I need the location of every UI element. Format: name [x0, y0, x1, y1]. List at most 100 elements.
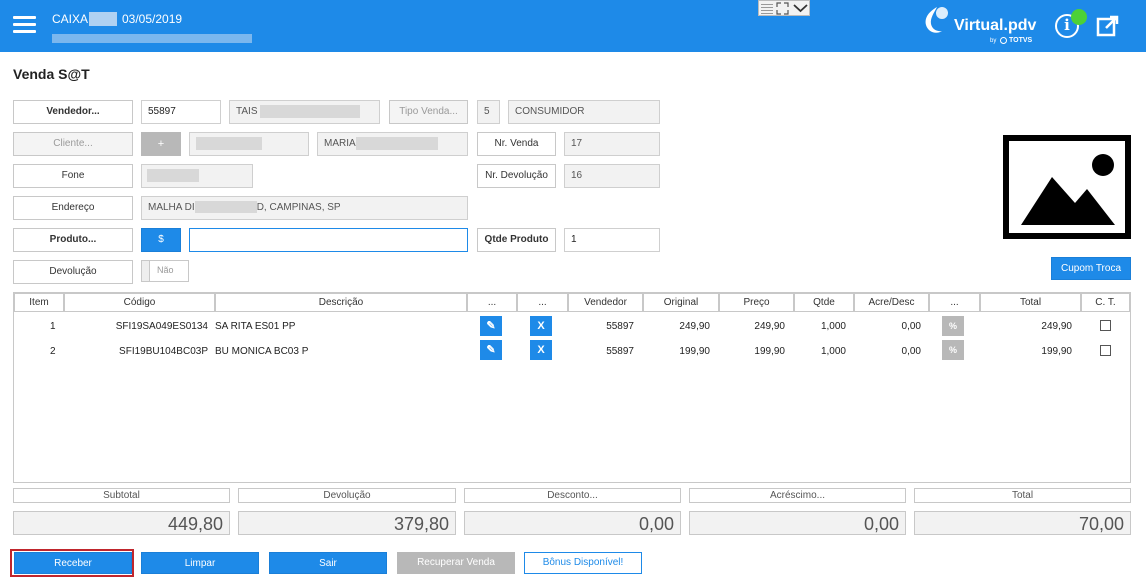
- limpar-button[interactable]: Limpar: [141, 552, 259, 574]
- delete-item-button[interactable]: X: [530, 316, 552, 336]
- sair-button[interactable]: Sair: [269, 552, 387, 574]
- col-percent: ...: [929, 293, 980, 312]
- virtual-pdv-logo-icon: [925, 7, 948, 33]
- external-window-icon[interactable]: [1096, 14, 1120, 38]
- ct-checkbox[interactable]: [1100, 320, 1111, 331]
- header-subtitle-redacted: [52, 34, 252, 43]
- row-original: 199,90: [679, 346, 710, 357]
- row-item: 1: [50, 321, 56, 332]
- total-value: 70,00: [914, 511, 1131, 535]
- fone-label: Fone: [13, 164, 133, 188]
- row-descricao: BU MONICA BC03 P: [215, 346, 309, 357]
- cliente-name-redacted: [356, 137, 438, 150]
- nr-venda-field: 17: [564, 132, 660, 156]
- toggle-knob: [142, 261, 150, 281]
- row-acre-desc: 0,00: [901, 346, 921, 357]
- row-item: 2: [50, 346, 56, 357]
- col-total: Total: [980, 293, 1081, 312]
- row-acre-desc: 0,00: [901, 321, 921, 332]
- devolucao-total-label: Devolução: [238, 488, 456, 503]
- chevron-down-icon[interactable]: [793, 2, 808, 15]
- table-row[interactable]: 2 SFI19BU104BC03P BU MONICA BC03 P ✎ X 5…: [14, 339, 1130, 364]
- col-vendedor: Vendedor: [568, 293, 643, 312]
- tipo-venda-button[interactable]: Tipo Venda...: [389, 100, 468, 124]
- recuperar-venda-button[interactable]: Recuperar Venda: [397, 552, 515, 574]
- cliente-code-redacted: [196, 137, 262, 150]
- vendedor-name-redacted: [260, 105, 360, 118]
- menu-icon[interactable]: [13, 16, 36, 34]
- add-cliente-button[interactable]: +: [141, 132, 181, 156]
- produto-button[interactable]: Produto...: [13, 228, 133, 252]
- delete-item-button[interactable]: X: [530, 340, 552, 360]
- receber-button[interactable]: Receber: [14, 552, 132, 574]
- close-icon: X: [537, 320, 545, 332]
- window-controls: [758, 0, 810, 16]
- devolucao-total-value: 379,80: [238, 511, 456, 535]
- edit-item-button[interactable]: ✎: [480, 340, 502, 360]
- tipo-venda-name-field: CONSUMIDOR: [508, 100, 660, 124]
- col-preco: Preço: [719, 293, 794, 312]
- endereco-label: Endereço: [13, 196, 133, 220]
- row-preco: 249,90: [754, 321, 785, 332]
- endereco-redacted: [194, 201, 257, 214]
- row-vendedor: 55897: [606, 346, 634, 357]
- page-title: Venda S@T: [13, 66, 90, 82]
- row-preco: 199,90: [754, 346, 785, 357]
- devolucao-toggle[interactable]: Não: [141, 260, 189, 282]
- table-row[interactable]: 1 SFI19SA049ES0134 SA RITA ES01 PP ✎ X 5…: [14, 314, 1130, 339]
- col-edit: ...: [467, 293, 517, 312]
- image-placeholder-icon: [1021, 154, 1115, 225]
- pencil-icon: ✎: [486, 344, 496, 356]
- bonus-disponivel-button[interactable]: Bônus Disponível!: [524, 552, 642, 574]
- col-ct: C. T.: [1081, 293, 1130, 312]
- grid-icon[interactable]: [761, 2, 773, 14]
- desconto-button[interactable]: Desconto...: [464, 488, 681, 503]
- row-qtde: 1,000: [820, 346, 846, 357]
- price-lookup-button[interactable]: $: [141, 228, 181, 252]
- totvs-icon: [1000, 37, 1007, 44]
- logo-totvs: TOTVS: [1009, 37, 1033, 44]
- toggle-label: Não: [157, 265, 174, 275]
- acrescimo-button[interactable]: Acréscimo...: [689, 488, 906, 503]
- tipo-venda-code-field: 5: [477, 100, 500, 124]
- devolucao-label: Devolução: [13, 260, 133, 284]
- top-bar: CAIXA 03/05/2019 Virtual.pdv by TOTVS i: [0, 0, 1146, 52]
- row-total: 249,90: [1041, 321, 1072, 332]
- row-vendedor: 55897: [606, 321, 634, 332]
- header-date: 03/05/2019: [122, 12, 183, 26]
- vendedor-code-field[interactable]: 55897: [141, 100, 221, 124]
- col-item: Item: [14, 293, 64, 312]
- discount-button[interactable]: %: [942, 340, 964, 360]
- col-original: Original: [643, 293, 719, 312]
- qtde-produto-field[interactable]: 1: [564, 228, 660, 252]
- ct-checkbox[interactable]: [1100, 345, 1111, 356]
- cliente-button[interactable]: Cliente...: [13, 132, 133, 156]
- col-acre-desc: Acre/Desc: [854, 293, 929, 312]
- nr-venda-label: Nr. Venda: [477, 132, 556, 156]
- fone-redacted: [147, 169, 199, 182]
- total-label: Total: [914, 488, 1131, 503]
- percent-icon: %: [948, 321, 957, 331]
- vendedor-button[interactable]: Vendedor...: [13, 100, 133, 124]
- desconto-value: 0,00: [464, 511, 681, 535]
- row-descricao: SA RITA ES01 PP: [215, 321, 296, 332]
- cupom-troca-button[interactable]: Cupom Troca: [1051, 257, 1131, 280]
- subtotal-value: 449,80: [13, 511, 230, 535]
- row-codigo: SFI19BU104BC03P: [119, 346, 208, 357]
- acrescimo-value: 0,00: [689, 511, 906, 535]
- pencil-icon: ✎: [486, 320, 496, 332]
- product-image: [1003, 135, 1131, 239]
- col-delete: ...: [517, 293, 568, 312]
- caixa-number-redacted: [89, 12, 117, 26]
- caixa-label: CAIXA: [52, 12, 89, 26]
- row-total: 199,90: [1041, 346, 1072, 357]
- edit-item-button[interactable]: ✎: [480, 316, 502, 336]
- expand-icon[interactable]: [776, 2, 789, 15]
- discount-button[interactable]: %: [942, 316, 964, 336]
- row-qtde: 1,000: [820, 321, 846, 332]
- produto-input[interactable]: [189, 228, 468, 252]
- logo-by: by: [990, 38, 997, 44]
- status-dot: [1071, 9, 1087, 25]
- qtde-produto-label: Qtde Produto: [477, 228, 556, 252]
- row-codigo: SFI19SA049ES0134: [115, 321, 208, 332]
